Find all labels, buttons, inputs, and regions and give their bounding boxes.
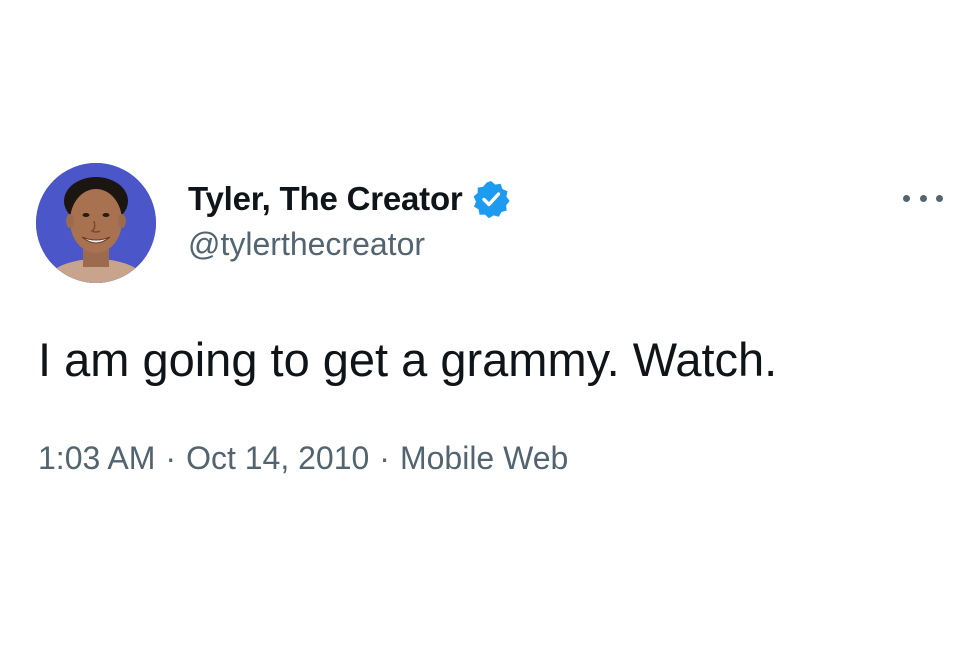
avatar-image — [36, 163, 156, 283]
username-handle[interactable]: @tylerthecreator — [188, 226, 425, 263]
tweet-card: Tyler, The Creator @tylerthecreator I am… — [0, 0, 980, 652]
verified-badge-icon — [471, 179, 511, 219]
more-dot — [936, 194, 943, 202]
more-dot — [919, 194, 927, 202]
tweet-source: Mobile Web — [399, 440, 569, 476]
display-name[interactable]: Tyler, The Creator — [188, 180, 463, 218]
author-row: Tyler, The Creator — [188, 178, 511, 220]
avatar[interactable] — [36, 163, 156, 283]
tweet-metadata: 1:03 AM · Oct 14, 2010 · Mobile Web — [38, 440, 568, 477]
tweet-time[interactable]: 1:03 AM — [38, 440, 155, 476]
tweet-date[interactable]: Oct 14, 2010 — [186, 440, 369, 476]
separator: · — [379, 440, 390, 476]
separator: · — [165, 440, 177, 476]
tweet-text: I am going to get a grammy. Watch. — [38, 333, 778, 386]
more-options-icon[interactable] — [903, 185, 943, 211]
more-dot — [903, 194, 910, 202]
